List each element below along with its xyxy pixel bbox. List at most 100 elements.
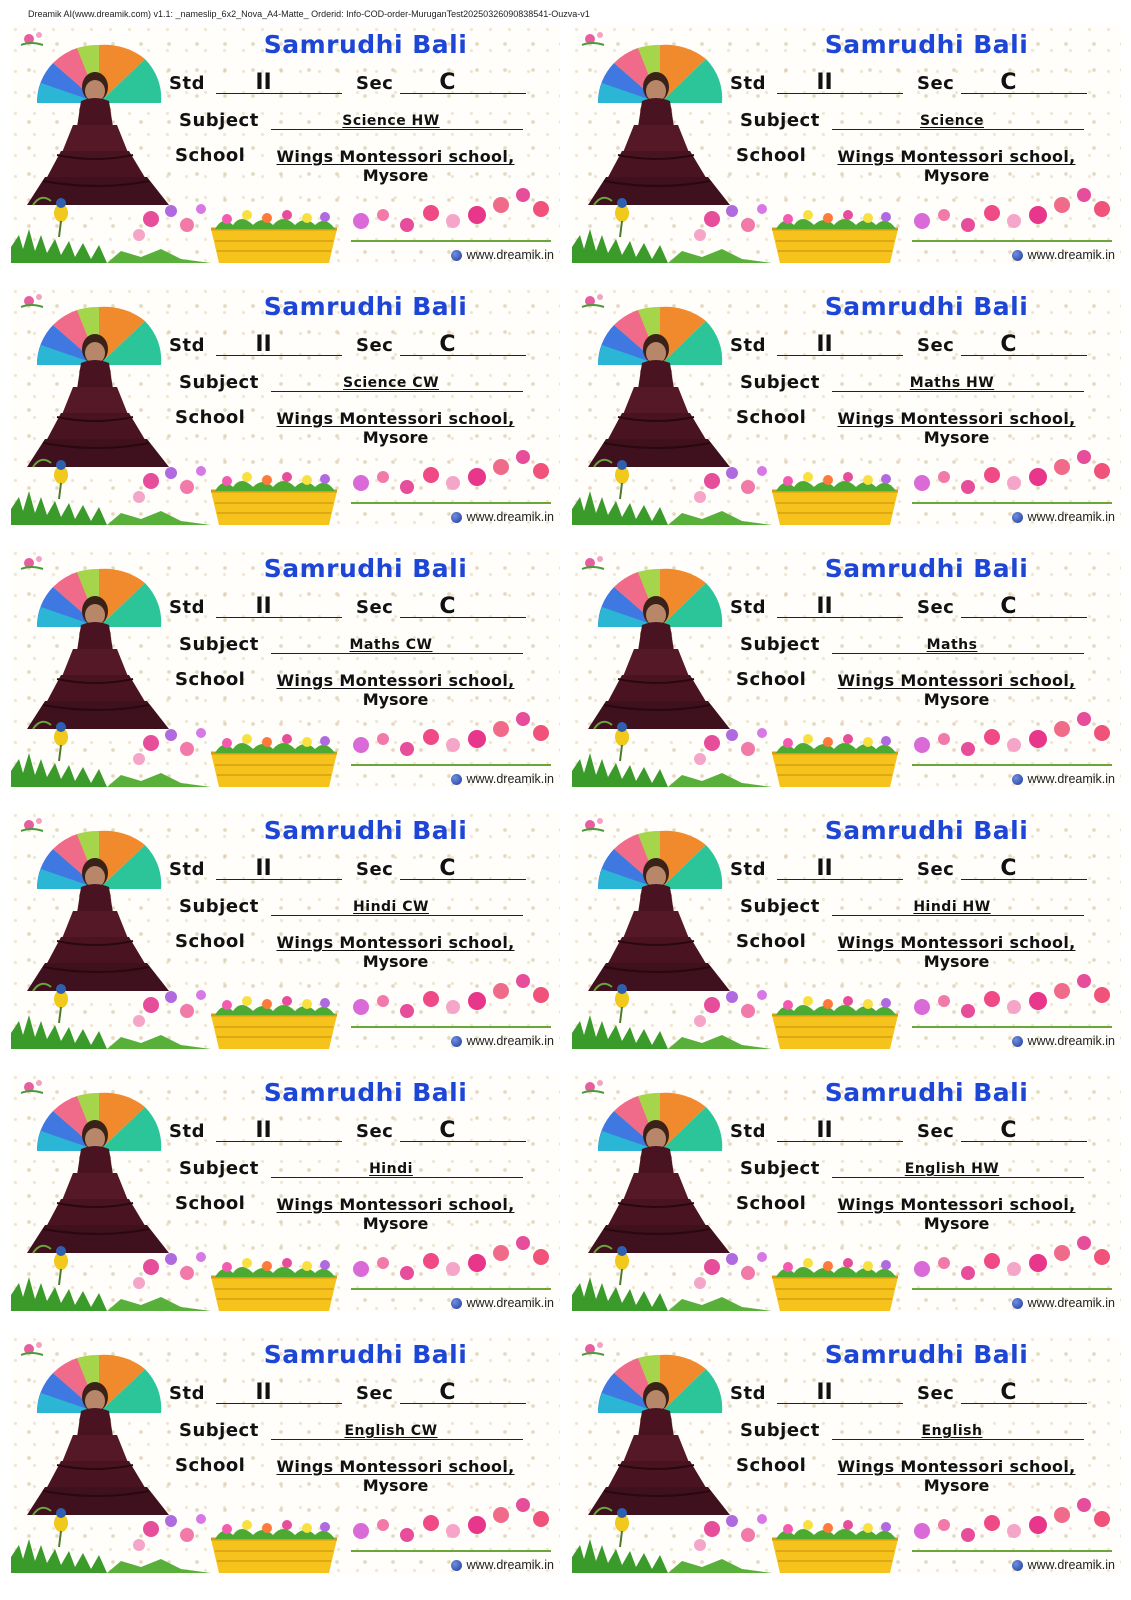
subject-label: Subject xyxy=(179,1158,259,1179)
name-slip: Samrudhi Bali Std II Sec C Subject Scien… xyxy=(11,25,560,265)
std-value: II xyxy=(255,856,272,881)
website-text: www.dreamik.in xyxy=(1027,1296,1115,1310)
website-text: www.dreamik.in xyxy=(466,248,554,262)
school-value: Wings Montessori school, xyxy=(276,147,515,166)
subject-label: Subject xyxy=(740,634,820,655)
website-text: www.dreamik.in xyxy=(466,1034,554,1048)
subject-value: Science xyxy=(920,113,984,129)
std-value: II xyxy=(816,856,833,881)
globe-icon xyxy=(451,773,463,785)
website-text: www.dreamik.in xyxy=(1027,1558,1115,1572)
city-value: Mysore xyxy=(923,1214,990,1233)
name-slip: Samrudhi Bali Std II Sec C Subject Scien… xyxy=(11,287,560,527)
city-value: Mysore xyxy=(923,690,990,709)
subject-label: Subject xyxy=(179,896,259,917)
student-name: Samrudhi Bali xyxy=(263,1078,468,1107)
subject-label: Subject xyxy=(179,1420,259,1441)
girl-with-umbrella-illustration xyxy=(581,556,730,729)
website-credit: www.dreamik.in xyxy=(451,248,554,262)
subject-line xyxy=(271,1439,523,1440)
std-label: Std xyxy=(730,73,766,94)
sec-value: C xyxy=(1000,70,1017,95)
student-name: Samrudhi Bali xyxy=(263,1340,468,1369)
school-label: School xyxy=(175,669,246,690)
city-value: Mysore xyxy=(362,1214,429,1233)
girl-with-umbrella-illustration xyxy=(20,1342,169,1515)
subject-value: Maths CW xyxy=(349,637,433,653)
website-credit: www.dreamik.in xyxy=(451,1296,554,1310)
sec-label: Sec xyxy=(917,1383,955,1404)
sec-label: Sec xyxy=(356,597,394,618)
globe-icon xyxy=(1012,1559,1024,1571)
girl-with-umbrella-illustration xyxy=(581,294,730,467)
std-value: II xyxy=(816,594,833,619)
subject-label: Subject xyxy=(179,372,259,393)
website-credit: www.dreamik.in xyxy=(451,772,554,786)
subject-label: Subject xyxy=(740,896,820,917)
website-text: www.dreamik.in xyxy=(466,510,554,524)
name-slip: Samrudhi Bali Std II Sec C Subject Engli… xyxy=(572,1335,1121,1575)
school-label: School xyxy=(736,145,807,166)
girl-with-umbrella-illustration xyxy=(581,818,730,991)
sec-value: C xyxy=(1000,856,1017,881)
globe-icon xyxy=(1012,511,1024,523)
school-label: School xyxy=(175,145,246,166)
std-label: Std xyxy=(169,335,205,356)
globe-icon xyxy=(1012,1035,1024,1047)
subject-line xyxy=(832,129,1084,130)
subject-line xyxy=(832,391,1084,392)
name-slip: Samrudhi Bali Std II Sec C Subject Maths… xyxy=(572,287,1121,527)
school-value: Wings Montessori school, xyxy=(276,671,515,690)
subject-value: Hindi CW xyxy=(353,899,429,915)
subject-line xyxy=(271,1177,523,1178)
std-value: II xyxy=(255,70,272,95)
website-text: www.dreamik.in xyxy=(466,1558,554,1572)
globe-icon xyxy=(451,1035,463,1047)
std-value: II xyxy=(816,1380,833,1405)
girl-with-umbrella-illustration xyxy=(581,32,730,205)
school-value: Wings Montessori school, xyxy=(837,671,1076,690)
sec-value: C xyxy=(1000,594,1017,619)
globe-icon xyxy=(451,1559,463,1571)
subject-value: Hindi xyxy=(369,1161,413,1177)
sec-value: C xyxy=(439,332,456,357)
std-label: Std xyxy=(169,859,205,880)
subject-label: Subject xyxy=(740,1158,820,1179)
school-label: School xyxy=(175,1193,246,1214)
name-slip: Samrudhi Bali Std II Sec C Subject Engli… xyxy=(572,1073,1121,1313)
student-name: Samrudhi Bali xyxy=(824,292,1029,321)
sec-value: C xyxy=(439,70,456,95)
school-label: School xyxy=(736,407,807,428)
school-value: Wings Montessori school, xyxy=(837,1457,1076,1476)
subject-value: English xyxy=(921,1423,983,1439)
school-label: School xyxy=(736,1193,807,1214)
std-value: II xyxy=(816,1118,833,1143)
student-name: Samrudhi Bali xyxy=(824,1078,1029,1107)
city-value: Mysore xyxy=(923,428,990,447)
sec-label: Sec xyxy=(356,335,394,356)
website-text: www.dreamik.in xyxy=(1027,248,1115,262)
globe-icon xyxy=(1012,249,1024,261)
school-label: School xyxy=(175,1455,246,1476)
website-credit: www.dreamik.in xyxy=(451,1558,554,1572)
girl-with-umbrella-illustration xyxy=(20,32,169,205)
globe-icon xyxy=(451,511,463,523)
name-slip: Samrudhi Bali Std II Sec C Subject Hindi… xyxy=(11,811,560,1051)
globe-icon xyxy=(1012,1297,1024,1309)
website-text: www.dreamik.in xyxy=(1027,510,1115,524)
website-credit: www.dreamik.in xyxy=(1012,510,1115,524)
subject-label: Subject xyxy=(740,110,820,131)
city-value: Mysore xyxy=(923,952,990,971)
std-label: Std xyxy=(169,73,205,94)
nameslip-grid: Samrudhi Bali Std II Sec C Subject Scien… xyxy=(11,25,1121,1585)
website-text: www.dreamik.in xyxy=(1027,1034,1115,1048)
sec-label: Sec xyxy=(917,597,955,618)
sec-label: Sec xyxy=(356,1383,394,1404)
std-label: Std xyxy=(730,1121,766,1142)
std-value: II xyxy=(255,1118,272,1143)
sec-value: C xyxy=(1000,1118,1017,1143)
student-name: Samrudhi Bali xyxy=(824,30,1029,59)
globe-icon xyxy=(1012,773,1024,785)
std-value: II xyxy=(255,594,272,619)
sec-value: C xyxy=(439,594,456,619)
